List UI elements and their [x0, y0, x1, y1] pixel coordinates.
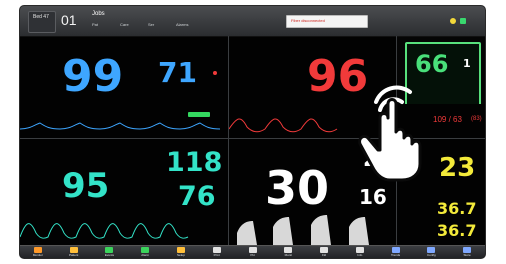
green-main-value: 66 [415, 50, 449, 78]
tap-hand-icon [358, 85, 422, 182]
yellow-main-value: 23 [439, 153, 476, 183]
bottom-toolbar: Monitor Patient Events Alarm Setup Print Pkt Mo… [20, 245, 485, 258]
toolbar-label: Store [463, 253, 471, 257]
hr-value: 99 [62, 51, 124, 102]
bed-label: Bed 47 [33, 14, 49, 20]
header-tab-ser[interactable]: Ser [148, 22, 154, 27]
pleth-waveform [20, 122, 221, 130]
toolbar-label: Setup [177, 253, 185, 257]
toolbar-button-fld[interactable]: Fld [315, 247, 333, 258]
toolbar-button-config[interactable]: Config [422, 247, 440, 258]
hr-panel[interactable]: 99 71 [20, 37, 228, 138]
toolbar-button-store[interactable]: Store [458, 247, 476, 258]
toolbar-button-events[interactable]: Events [100, 247, 118, 258]
co2-waveform [237, 215, 369, 245]
toolbar-label: Monit [284, 253, 292, 257]
toolbar-button-info[interactable]: Info [351, 247, 369, 258]
heart-icon [213, 71, 217, 75]
toolbar-button-pkt[interactable]: Pkt [244, 247, 262, 258]
toolbar-label: Fld [321, 253, 327, 257]
cyan-bottom-value: 76 [178, 181, 216, 212]
cyan-top-value: 118 [166, 147, 223, 178]
patient-name[interactable]: Jobs [92, 11, 105, 17]
toolbar-label: Trends [390, 253, 401, 257]
nbp-extra: (83) [471, 116, 482, 122]
toolbar-label: Alarm [141, 253, 150, 257]
toolbar-label: Config [427, 253, 436, 257]
white-bottom-value: 16 [359, 185, 387, 209]
cyan-panel[interactable]: 95 118 76 [20, 139, 228, 245]
bed-selector[interactable]: Bed 47 [28, 11, 56, 33]
header-tab-care[interactable]: Care [120, 22, 129, 27]
toolbar-label: Events [104, 253, 114, 257]
cyan-waveform [20, 223, 189, 239]
toolbar-label: Pkt [250, 253, 255, 257]
header-tab-pat[interactable]: Pat [92, 22, 98, 27]
bed-number: 01 [61, 12, 77, 28]
toolbar-button-trends[interactable]: Trends [387, 247, 405, 258]
toolbar-button-monitor[interactable]: Monitor [29, 247, 47, 258]
toolbar-button-monit[interactable]: Monit [279, 247, 297, 258]
toolbar-button-print[interactable]: Print [208, 247, 226, 258]
alarm-message: Fiber disconnected [291, 18, 325, 23]
status-indicator-icon [460, 18, 466, 24]
toolbar-label: Patient [68, 253, 79, 257]
temp2-value: 36.7 [437, 221, 477, 240]
toolbar-label: Info [357, 253, 363, 257]
toolbar-button-setup[interactable]: Setup [172, 247, 190, 258]
header-tab-alarms[interactable]: Alarms [176, 22, 188, 27]
cyan-main-value: 95 [62, 166, 110, 206]
toolbar-label: Print [213, 253, 220, 257]
toolbar-label: Monitor [32, 253, 43, 257]
nbp-value: 109 / 63 [433, 115, 462, 124]
toolbar-button-patient[interactable]: Patient [65, 247, 83, 258]
patient-monitor-screen: Bed 47 01 Jobs Pat Care Ser Alarms Fiber… [20, 6, 485, 258]
temp1-value: 36.7 [437, 199, 477, 218]
monitor-header: Bed 47 01 Jobs Pat Care Ser Alarms Fiber… [20, 6, 485, 37]
spo2-small-value: 71 [158, 56, 197, 89]
toolbar-button-alarm[interactable]: Alarm [136, 247, 154, 258]
alarm-message-box[interactable]: Fiber disconnected [286, 15, 368, 28]
green-small-value: 1 [463, 57, 471, 70]
alarm-indicator-icon [450, 18, 456, 24]
